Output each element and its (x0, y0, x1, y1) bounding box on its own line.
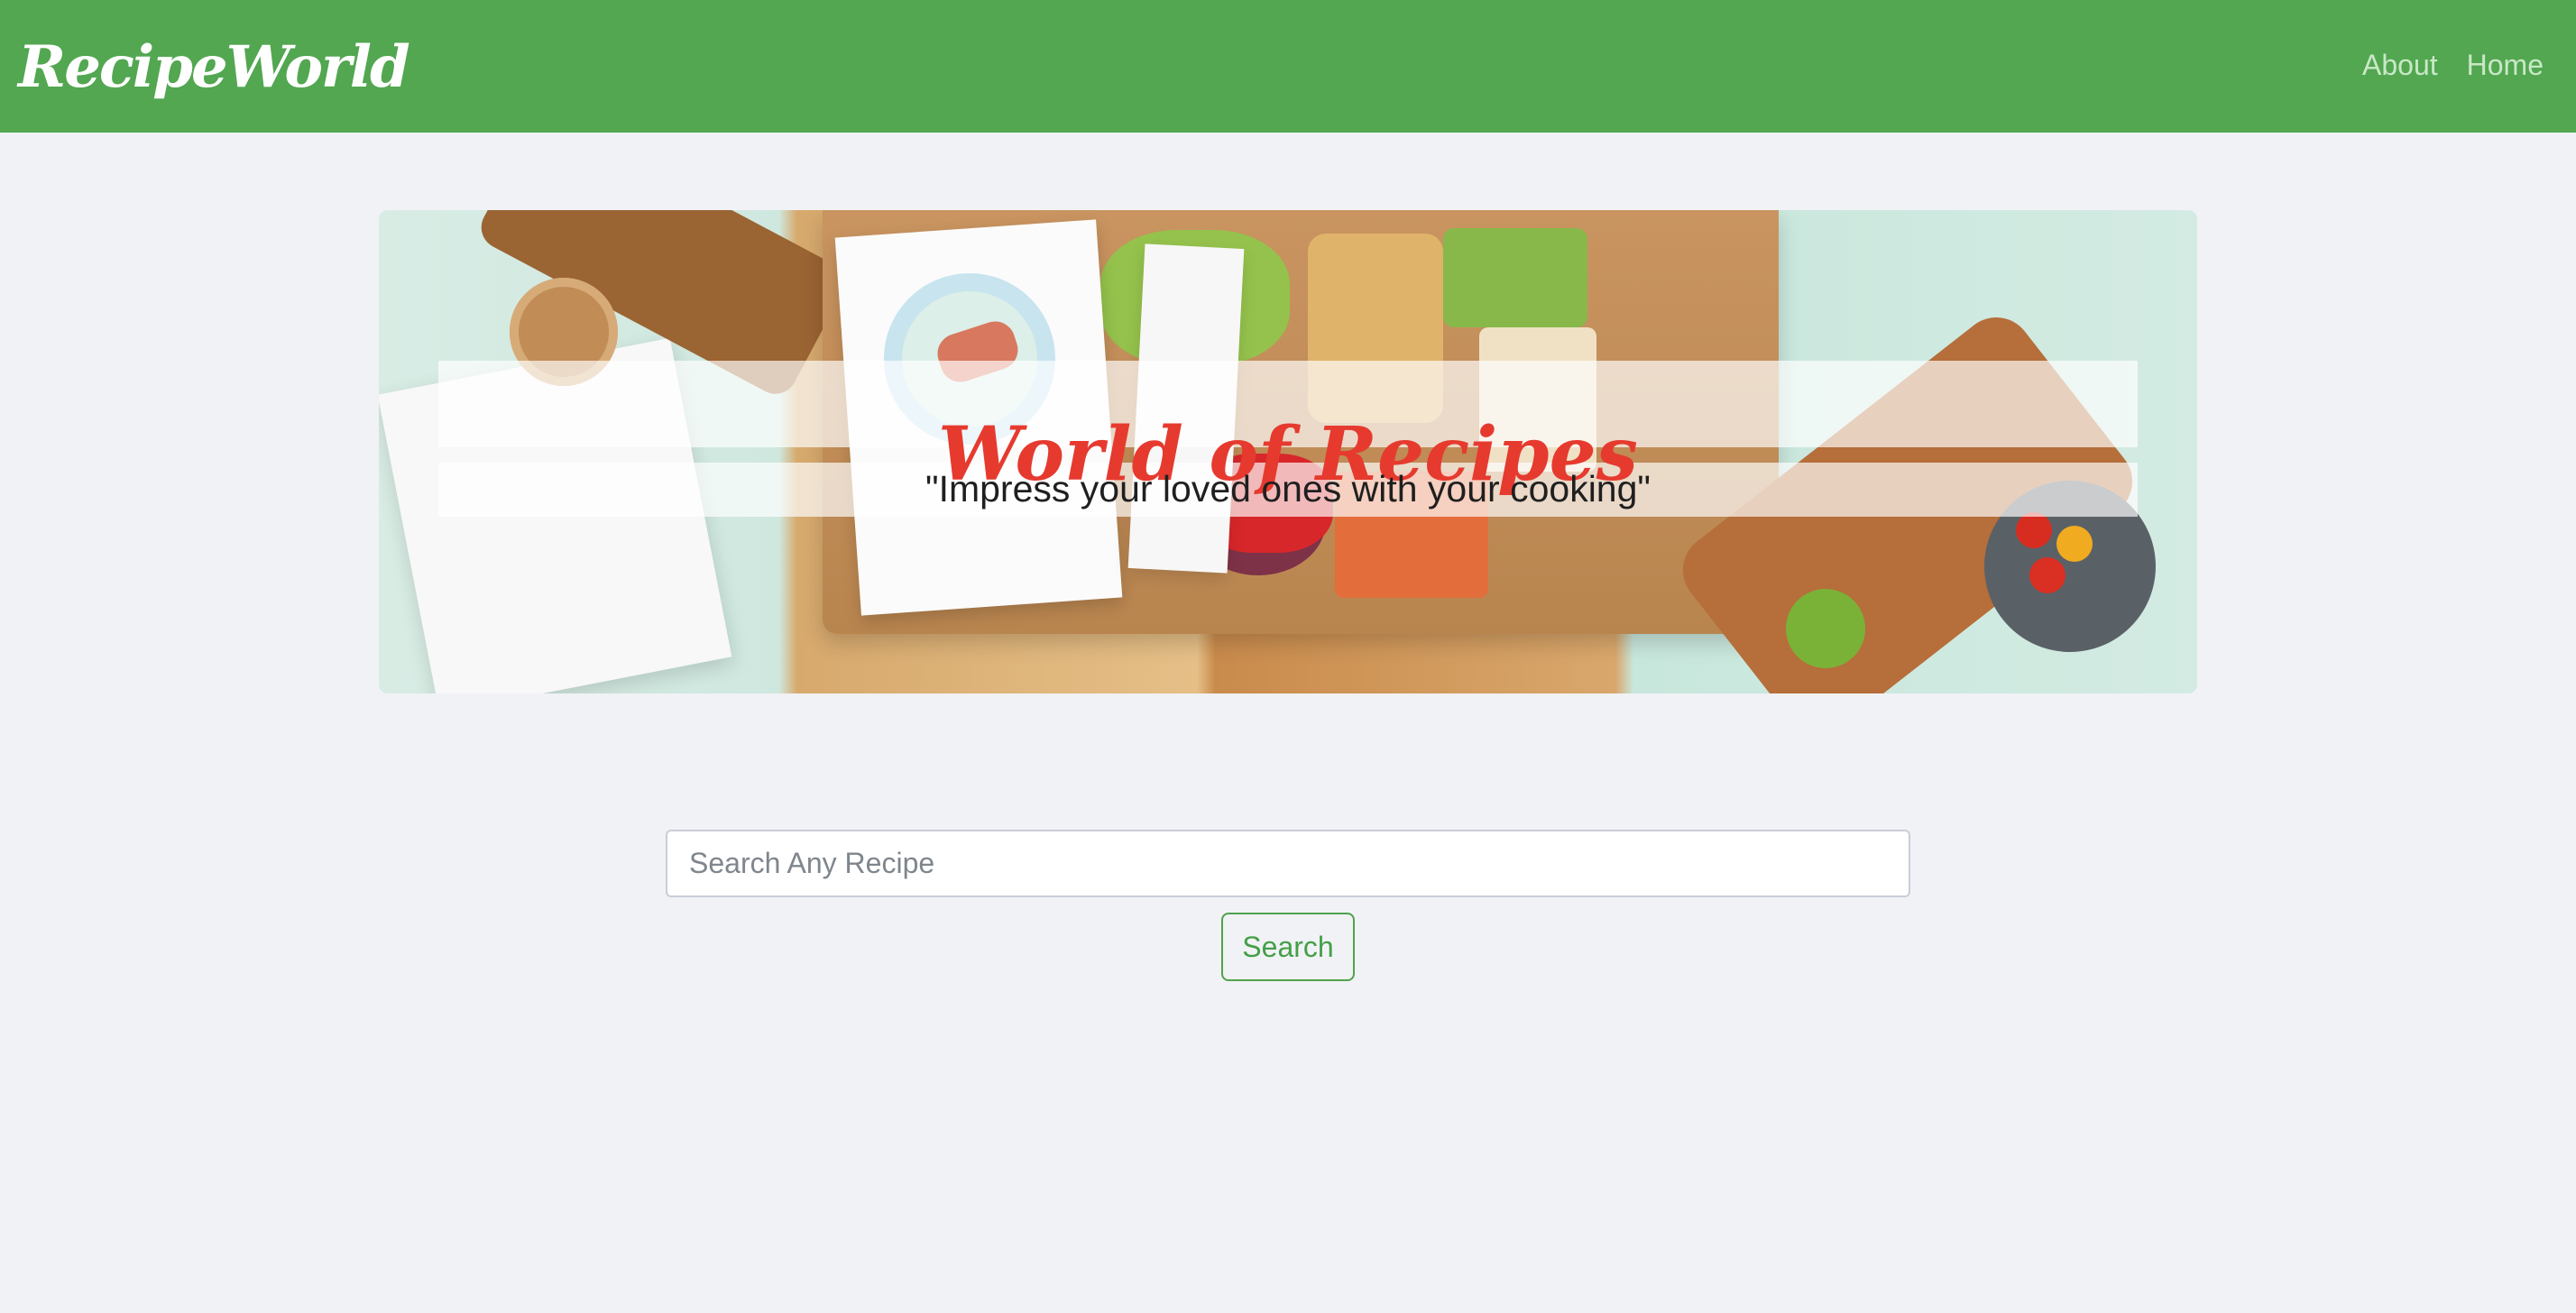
search-button[interactable]: Search (1221, 913, 1355, 981)
nav-links: About Home (2362, 41, 2544, 88)
nav-link-about[interactable]: About (2362, 41, 2438, 88)
lime-image (1786, 589, 1865, 668)
green-beans-image (1443, 228, 1587, 327)
brand-logo[interactable]: RecipeWorld (18, 27, 410, 108)
search-input[interactable] (666, 830, 1910, 897)
hero-banner: World of Recipes "Impress your loved one… (379, 210, 2197, 693)
tomato-image (2056, 526, 2093, 562)
nav-link-home[interactable]: Home (2467, 41, 2544, 88)
tomato-image (2029, 557, 2065, 593)
tomato-image (2016, 512, 2052, 548)
top-navbar: RecipeWorld About Home (0, 0, 2576, 133)
hero-subtitle: "Impress your loved ones with your cooki… (925, 468, 1651, 510)
